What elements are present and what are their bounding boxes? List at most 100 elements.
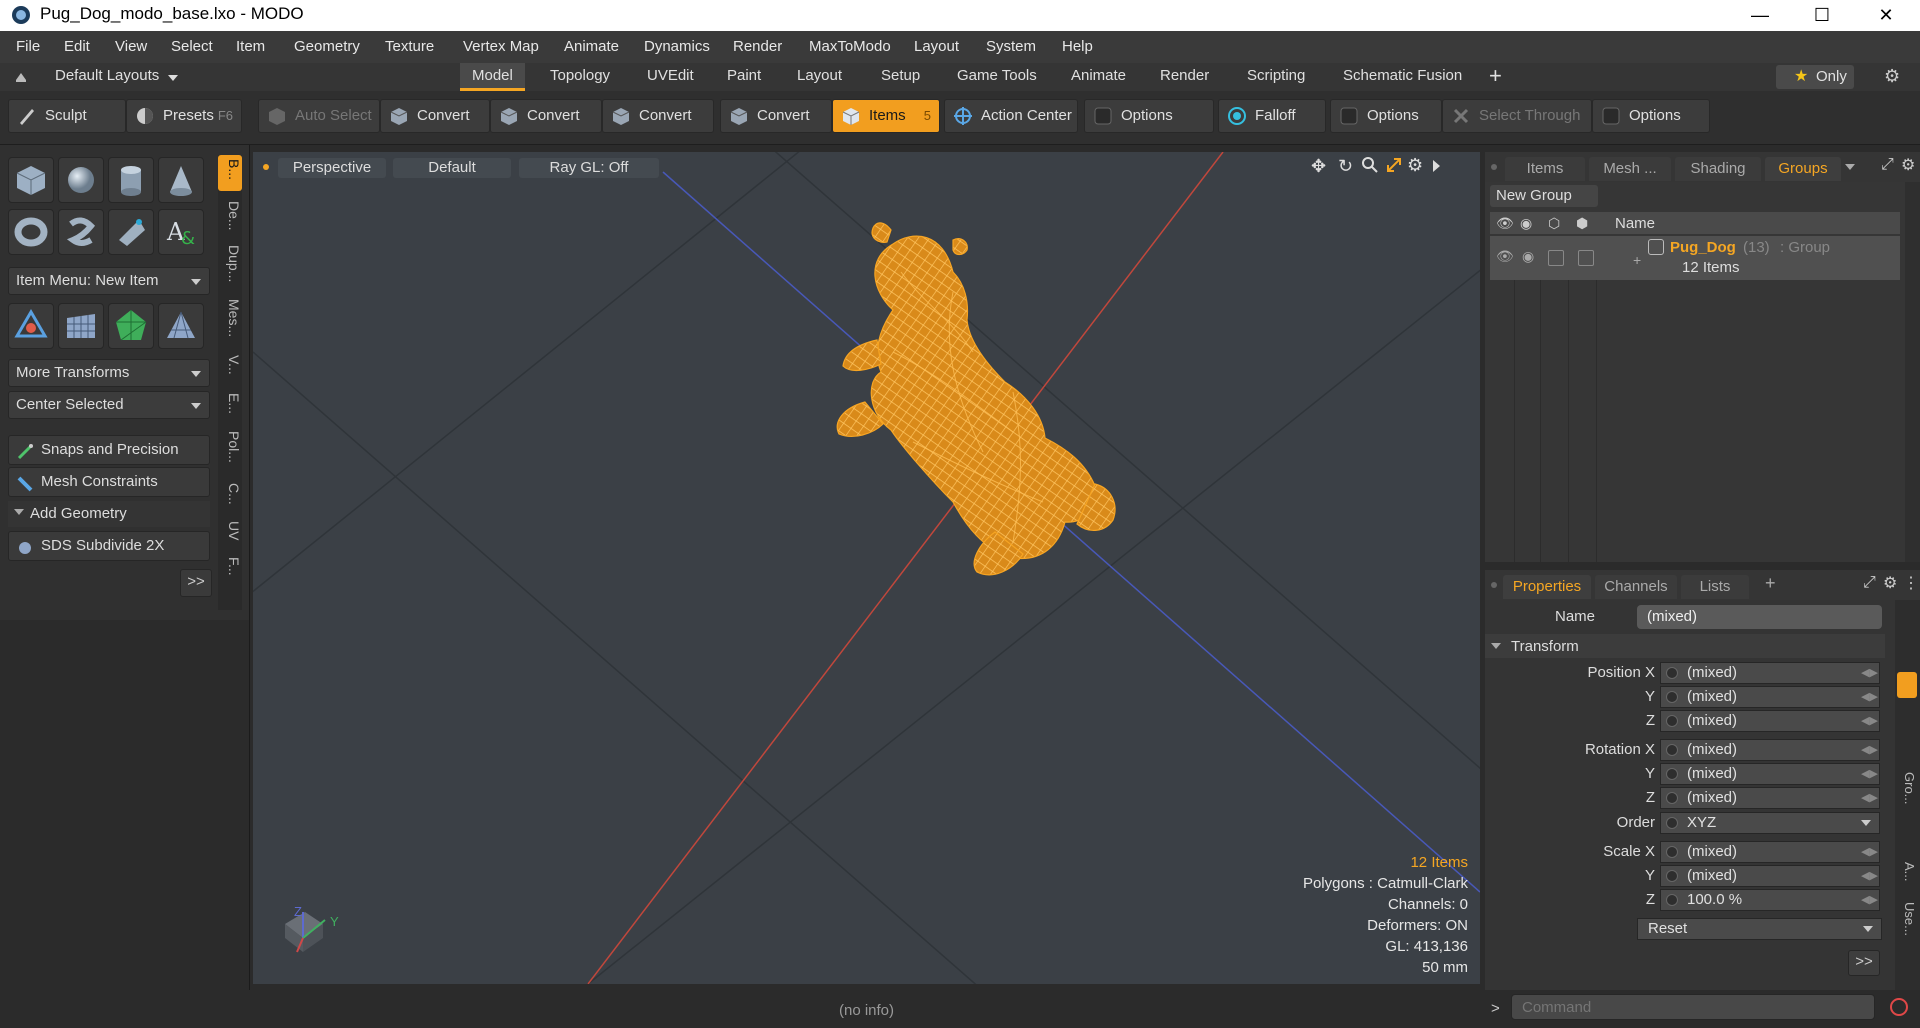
layouts-dropdown[interactable]: Default Layouts — [55, 67, 159, 84]
rotation-order-select[interactable]: XYZ — [1660, 812, 1880, 834]
grid-plane-icon[interactable] — [58, 303, 104, 349]
presets-button[interactable]: Presets F6 — [126, 99, 242, 133]
expand-plus-icon[interactable]: + — [1633, 252, 1641, 268]
tab-game-tools[interactable]: Game Tools — [957, 67, 1037, 84]
add-tab-button[interactable]: + — [1489, 63, 1502, 89]
3d-viewport[interactable]: Z Y Perspective Default Ray GL: Off ✥ ↻ … — [253, 152, 1480, 984]
pan-move-icon[interactable]: ✥ — [1311, 156, 1326, 177]
more-tools-button[interactable]: >> — [180, 569, 212, 597]
shading-style-button[interactable]: Default — [393, 158, 511, 178]
scale-z-field[interactable]: 100.0 % ◀▶ — [1660, 889, 1880, 911]
cylinder-primitive-icon[interactable] — [108, 157, 154, 203]
tab-setup[interactable]: Setup — [881, 67, 920, 84]
ray-gl-toggle[interactable]: Ray GL: Off — [519, 158, 659, 178]
menu-dynamics[interactable]: Dynamics — [644, 38, 710, 55]
auto-select-button[interactable]: Auto Select — [258, 99, 380, 133]
menu-render[interactable]: Render — [733, 38, 782, 55]
tab-channels[interactable]: Channels — [1595, 575, 1677, 599]
rotation-x-field[interactable]: (mixed) ◀▶ — [1660, 739, 1880, 761]
select-through-button[interactable]: Select Through — [1442, 99, 1592, 133]
menu-animate[interactable]: Animate — [564, 38, 619, 55]
green-mesh-icon[interactable] — [108, 303, 154, 349]
side-tab-a[interactable]: A... — [1897, 862, 1917, 882]
name-input[interactable]: (mixed) — [1637, 605, 1882, 629]
rotation-z-field[interactable]: (mixed) ◀▶ — [1660, 787, 1880, 809]
menu-vertex-map[interactable]: Vertex Map — [463, 38, 539, 55]
convert-button-2[interactable]: Convert — [490, 99, 602, 133]
position-y-field[interactable]: (mixed) ◀▶ — [1660, 686, 1880, 708]
action-center-options-button[interactable]: Options — [1084, 99, 1214, 133]
transform-gizmo-icon[interactable] — [8, 303, 54, 349]
keyframe-dot-icon[interactable] — [1666, 768, 1678, 780]
side-tab-active[interactable] — [1897, 672, 1917, 698]
tab-animate[interactable]: Animate — [1071, 67, 1126, 84]
side-tab-groups[interactable]: Gro... — [1897, 772, 1917, 805]
action-center-button[interactable]: Action Center — [944, 99, 1078, 133]
more-properties-button[interactable]: >> — [1848, 950, 1880, 976]
panel-menu-icon[interactable]: ⋮ — [1903, 573, 1919, 593]
close-button[interactable]: ✕ — [1856, 0, 1916, 31]
group-row-pug-dog[interactable]: 👁 ◉ + Pug_Dog (13) : Group 12 Items — [1490, 236, 1900, 280]
sds-subdivide-button[interactable]: SDS Subdivide 2X — [8, 531, 210, 561]
items-mode-button[interactable]: Items 5 — [832, 99, 940, 133]
keyframe-dot-icon[interactable] — [1666, 817, 1678, 829]
add-geometry-section[interactable]: Add Geometry — [8, 501, 210, 527]
tab-topology[interactable]: Topology — [550, 67, 610, 84]
transform-section-header[interactable]: Transform — [1485, 634, 1885, 658]
rotation-y-field[interactable]: (mixed) ◀▶ — [1660, 763, 1880, 785]
item-menu-dropdown[interactable]: Item Menu: New Item — [8, 267, 210, 295]
keyframe-dot-icon[interactable] — [1666, 691, 1678, 703]
lock-cube-icon[interactable]: ⬡ — [1548, 215, 1560, 232]
tab-model[interactable]: Model — [460, 63, 525, 91]
position-x-field[interactable]: (mixed) ◀▶ — [1660, 662, 1880, 684]
keyframe-dot-icon[interactable] — [1666, 846, 1678, 858]
pyramid-mesh-icon[interactable] — [158, 303, 204, 349]
vtab-deform[interactable]: De... — [218, 197, 242, 237]
sculpt-button[interactable]: Sculpt — [8, 99, 126, 133]
minimize-button[interactable]: — — [1730, 0, 1790, 31]
tab-lists[interactable]: Lists — [1681, 575, 1749, 599]
vtab-basic[interactable]: B... — [218, 155, 242, 191]
spinner-icon[interactable]: ◀▶ — [1861, 869, 1878, 883]
keyframe-dot-icon[interactable] — [1666, 667, 1678, 679]
tab-shading[interactable]: Shading — [1675, 157, 1761, 181]
render-camera-icon[interactable]: ◉ — [1520, 215, 1532, 232]
tab-mesh[interactable]: Mesh ... — [1589, 157, 1671, 181]
row-visibility-eye-icon[interactable]: 👁 — [1496, 248, 1514, 265]
zoom-search-icon[interactable] — [1361, 156, 1379, 178]
side-tab-user[interactable]: Use... — [1897, 902, 1917, 936]
maximize-panel-icon[interactable]: ⤢ — [1863, 574, 1876, 592]
cube-primitive-icon[interactable] — [8, 157, 54, 203]
groups-scrollbar[interactable] — [1905, 182, 1920, 562]
tab-render[interactable]: Render — [1160, 67, 1209, 84]
falloff-button[interactable]: Falloff — [1218, 99, 1326, 133]
convert-button-4[interactable]: Convert — [720, 99, 832, 133]
vtab-curve[interactable]: C... — [218, 479, 242, 511]
menu-layout[interactable]: Layout — [914, 38, 959, 55]
menu-select[interactable]: Select — [171, 38, 213, 55]
view-type-button[interactable]: Perspective — [278, 158, 386, 178]
maximize-button[interactable]: ☐ — [1792, 0, 1852, 31]
row-select-checkbox[interactable] — [1578, 250, 1594, 266]
spinner-icon[interactable]: ◀▶ — [1861, 666, 1878, 680]
only-toggle[interactable]: ★ Only — [1776, 65, 1854, 89]
maximize-panel-icon[interactable]: ⤢ — [1881, 156, 1894, 174]
position-z-field[interactable]: (mixed) ◀▶ — [1660, 710, 1880, 732]
text-tool-icon[interactable]: A & — [158, 209, 204, 255]
panel-gear-icon[interactable]: ⚙ — [1883, 573, 1897, 593]
keyframe-dot-icon[interactable] — [1666, 894, 1678, 906]
menu-geometry[interactable]: Geometry — [294, 38, 360, 55]
mesh-constraints-button[interactable]: Mesh Constraints — [8, 467, 210, 497]
expand-arrow-icon[interactable] — [1433, 160, 1440, 172]
keyframe-dot-icon[interactable] — [1666, 792, 1678, 804]
convert-button-3[interactable]: Convert — [602, 99, 714, 133]
convert-button-1[interactable]: Convert — [380, 99, 490, 133]
add-tab-icon[interactable]: + — [1765, 573, 1776, 594]
keyframe-dot-icon[interactable] — [1666, 744, 1678, 756]
record-stop-icon[interactable] — [1890, 998, 1908, 1016]
visibility-eye-icon[interactable]: 👁 — [1496, 215, 1514, 232]
tabs-dropdown-arrow-icon[interactable] — [1845, 164, 1855, 170]
scale-y-field[interactable]: (mixed) ◀▶ — [1660, 865, 1880, 887]
scale-x-field[interactable]: (mixed) ◀▶ — [1660, 841, 1880, 863]
sphere-primitive-icon[interactable] — [58, 157, 104, 203]
